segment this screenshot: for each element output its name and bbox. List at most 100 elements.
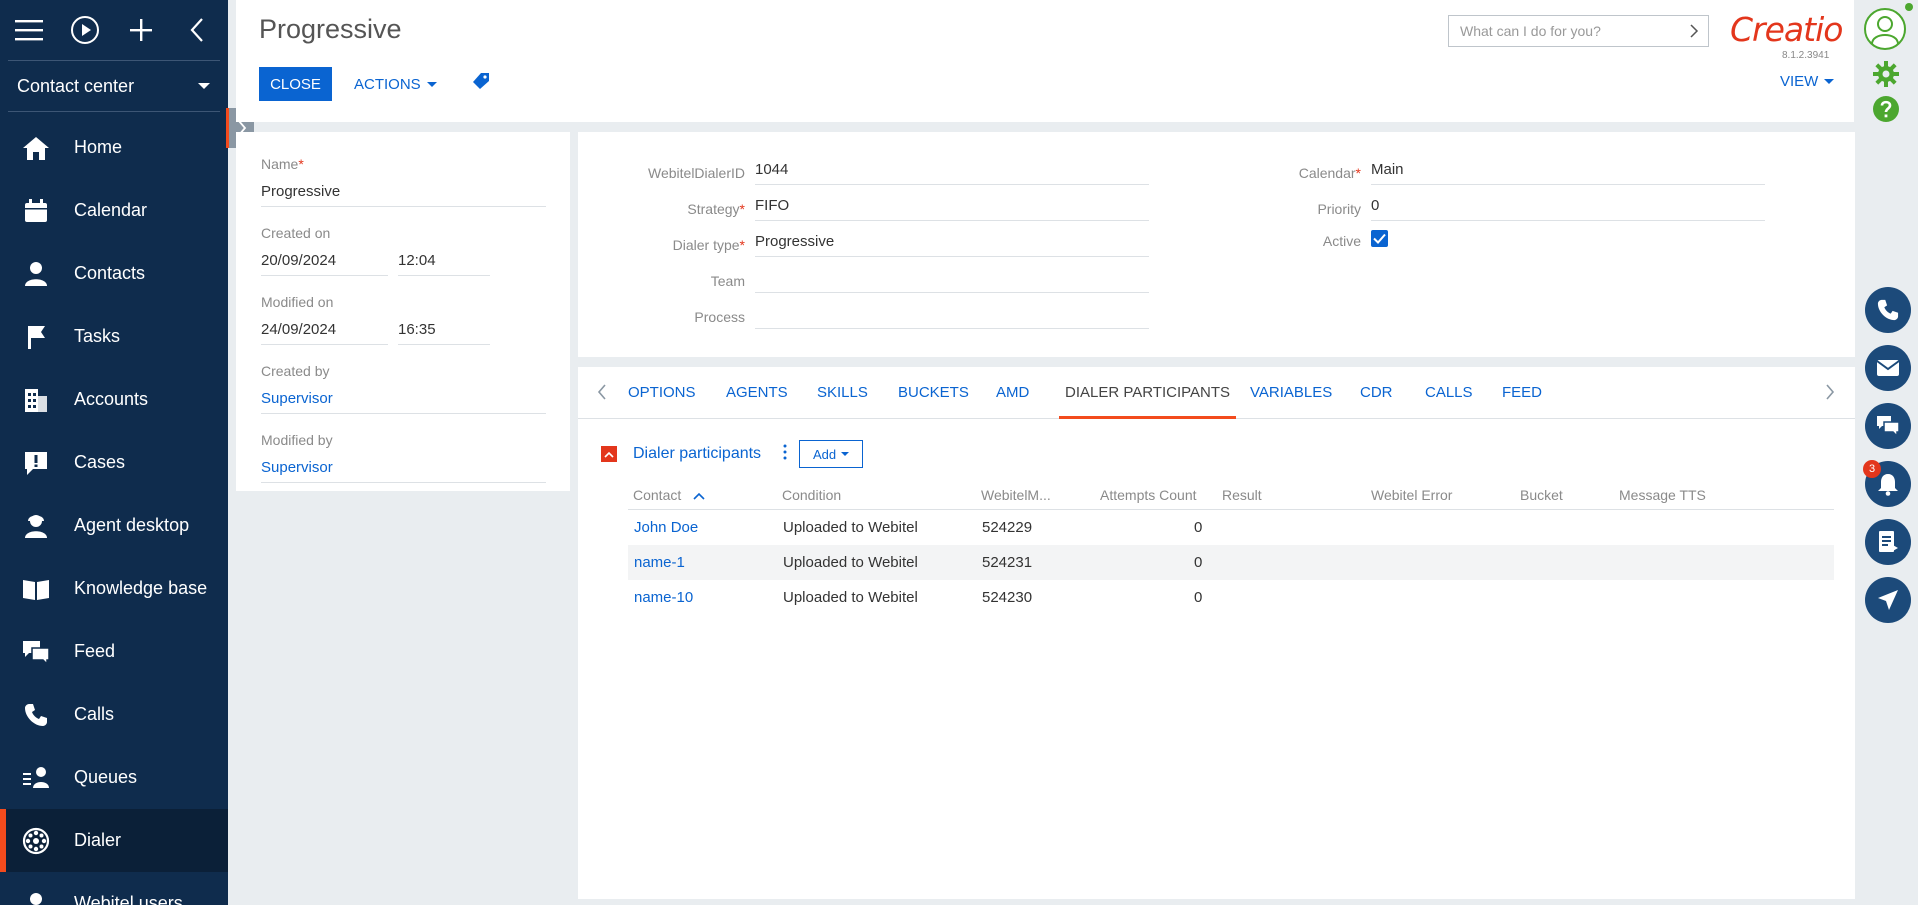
priority-row: Priority 0: [1194, 193, 1765, 221]
help-icon[interactable]: [1872, 95, 1900, 128]
sidebar-item-tasks[interactable]: Tasks: [0, 305, 228, 368]
calendar-field[interactable]: Main: [1371, 157, 1765, 185]
created-by-link[interactable]: Supervisor: [261, 386, 546, 414]
modified-by-link[interactable]: Supervisor: [261, 455, 546, 483]
attempts-cell: 0: [1194, 554, 1203, 571]
person-icon: [22, 260, 50, 288]
tab-cdr[interactable]: CDR: [1360, 367, 1393, 419]
document-button[interactable]: [1865, 519, 1911, 565]
sidebar-item-feed[interactable]: Feed: [0, 620, 228, 683]
sidebar-item-contacts[interactable]: Contacts: [0, 242, 228, 305]
table-row[interactable]: John Doe Uploaded to Webitel 524229 0: [628, 510, 1834, 545]
command-search-input[interactable]: What can I do for you?: [1448, 15, 1709, 47]
sidebar-item-knowledge-base[interactable]: Knowledge base: [0, 557, 228, 620]
phone-button[interactable]: [1865, 287, 1911, 333]
tab-amd[interactable]: AMD: [996, 367, 1029, 419]
dialer-type-field[interactable]: Progressive: [755, 229, 1149, 257]
agent-icon: [22, 512, 50, 540]
sidebar-item-accounts[interactable]: Accounts: [0, 368, 228, 431]
contact-link[interactable]: name-10: [634, 580, 693, 615]
profile-panel: Name* Progressive Created on 20/09/2024 …: [236, 132, 570, 491]
sidebar-item-webitel-users[interactable]: Webitel users: [0, 872, 228, 905]
tab-buckets[interactable]: BUCKETS: [898, 367, 969, 419]
sidebar-item-cases[interactable]: Cases: [0, 431, 228, 494]
email-button[interactable]: [1865, 345, 1911, 391]
created-on-time: 12:04: [398, 248, 490, 276]
page-header: Progressive CLOSE ACTIONS What can I do …: [236, 0, 1854, 122]
webitel-dialer-id-label: WebitelDialerID: [648, 165, 745, 181]
tab-dialer-participants[interactable]: DIALER PARTICIPANTS: [1059, 367, 1237, 419]
play-process-icon[interactable]: [70, 15, 100, 45]
created-on-label: Created on: [261, 225, 331, 241]
user-icon: [1871, 16, 1899, 45]
column-header-contact[interactable]: Contact: [633, 480, 705, 510]
calendar-row: Calendar* Main: [1194, 157, 1765, 185]
flag-icon: [22, 323, 50, 351]
phone-icon: [1877, 299, 1899, 321]
sidebar-item-dialer[interactable]: Dialer: [0, 809, 228, 872]
paper-plane-icon: [1878, 590, 1898, 610]
tabs-scroll-left-icon[interactable]: [597, 383, 607, 406]
calendar-icon: [22, 197, 50, 225]
tab-calls[interactable]: CALLS: [1425, 367, 1473, 419]
actions-label: ACTIONS: [354, 75, 421, 93]
dialer-icon: [22, 827, 50, 855]
webitel-m-cell: 524230: [982, 589, 1033, 606]
table-row[interactable]: name-1 Uploaded to Webitel 524231 0: [628, 545, 1834, 580]
sidebar-item-home[interactable]: Home: [0, 116, 228, 179]
user-avatar[interactable]: [1864, 8, 1906, 50]
sidebar-item-queues[interactable]: Queues: [0, 746, 228, 809]
modified-on-time: 16:35: [398, 317, 490, 345]
active-checkbox[interactable]: [1371, 230, 1388, 247]
sidebar-item-label: Cases: [74, 452, 126, 472]
back-icon[interactable]: [182, 15, 212, 45]
column-header-condition[interactable]: Condition: [782, 480, 841, 510]
strategy-row: Strategy* FIFO: [578, 193, 1149, 221]
tab-agents[interactable]: AGENTS: [726, 367, 788, 419]
sidebar-item-calendar[interactable]: Calendar: [0, 179, 228, 242]
add-participant-button[interactable]: Add: [799, 440, 864, 468]
team-field[interactable]: [755, 265, 1149, 293]
strategy-field[interactable]: FIFO: [755, 193, 1149, 221]
tab-feed[interactable]: FEED: [1502, 367, 1542, 419]
table-row[interactable]: name-10 Uploaded to Webitel 524230 0: [628, 580, 1834, 615]
sidebar-item-agent-desktop[interactable]: Agent desktop: [0, 494, 228, 557]
tab-skills[interactable]: SKILLS: [817, 367, 868, 419]
collapse-detail-icon[interactable]: [601, 446, 617, 462]
column-header-message-tts[interactable]: Message TTS: [1619, 480, 1706, 510]
tab-variables[interactable]: VARIABLES: [1250, 367, 1332, 419]
webitel-dialer-id-field[interactable]: 1044: [755, 157, 1149, 185]
contact-link[interactable]: name-1: [634, 545, 685, 580]
process-field[interactable]: [755, 301, 1149, 329]
column-header-webitel-m[interactable]: WebitelM...: [981, 480, 1051, 510]
column-header-bucket[interactable]: Bucket: [1520, 480, 1563, 510]
team-row: Team: [578, 265, 1149, 293]
priority-field[interactable]: 0: [1371, 193, 1765, 221]
chevron-down-icon: [198, 83, 210, 89]
modified-by-label: Modified by: [261, 432, 333, 448]
calendar-label: Calendar*: [1298, 165, 1361, 181]
more-options-icon[interactable]: [783, 444, 787, 465]
view-button[interactable]: VIEW: [1780, 73, 1835, 90]
close-button[interactable]: CLOSE: [259, 67, 332, 101]
workplace-selector[interactable]: Contact center: [8, 60, 220, 112]
column-header-webitel-error[interactable]: Webitel Error: [1371, 480, 1452, 510]
gear-icon[interactable]: [1872, 60, 1900, 93]
actions-button[interactable]: ACTIONS: [354, 67, 437, 101]
chat-button[interactable]: [1865, 403, 1911, 449]
name-field[interactable]: Progressive: [261, 179, 546, 207]
contact-link[interactable]: John Doe: [634, 510, 698, 545]
webitel-m-cell: 524229: [982, 519, 1033, 536]
sidebar-item-calls[interactable]: Calls: [0, 683, 228, 746]
tab-options[interactable]: OPTIONS: [628, 367, 696, 419]
dialer-participants-title[interactable]: Dialer participants: [633, 445, 761, 463]
send-button[interactable]: [1865, 577, 1911, 623]
add-icon[interactable]: [126, 15, 156, 45]
sidebar-item-label: Tasks: [74, 326, 121, 346]
tag-icon[interactable]: [472, 72, 490, 95]
column-header-attempts-count[interactable]: Attempts Count: [1100, 480, 1197, 510]
hamburger-menu-icon[interactable]: [14, 15, 44, 45]
column-header-result[interactable]: Result: [1222, 480, 1262, 510]
tabs-scroll-right-icon[interactable]: [1825, 383, 1835, 406]
sidebar-item-label: Dialer: [74, 830, 122, 850]
